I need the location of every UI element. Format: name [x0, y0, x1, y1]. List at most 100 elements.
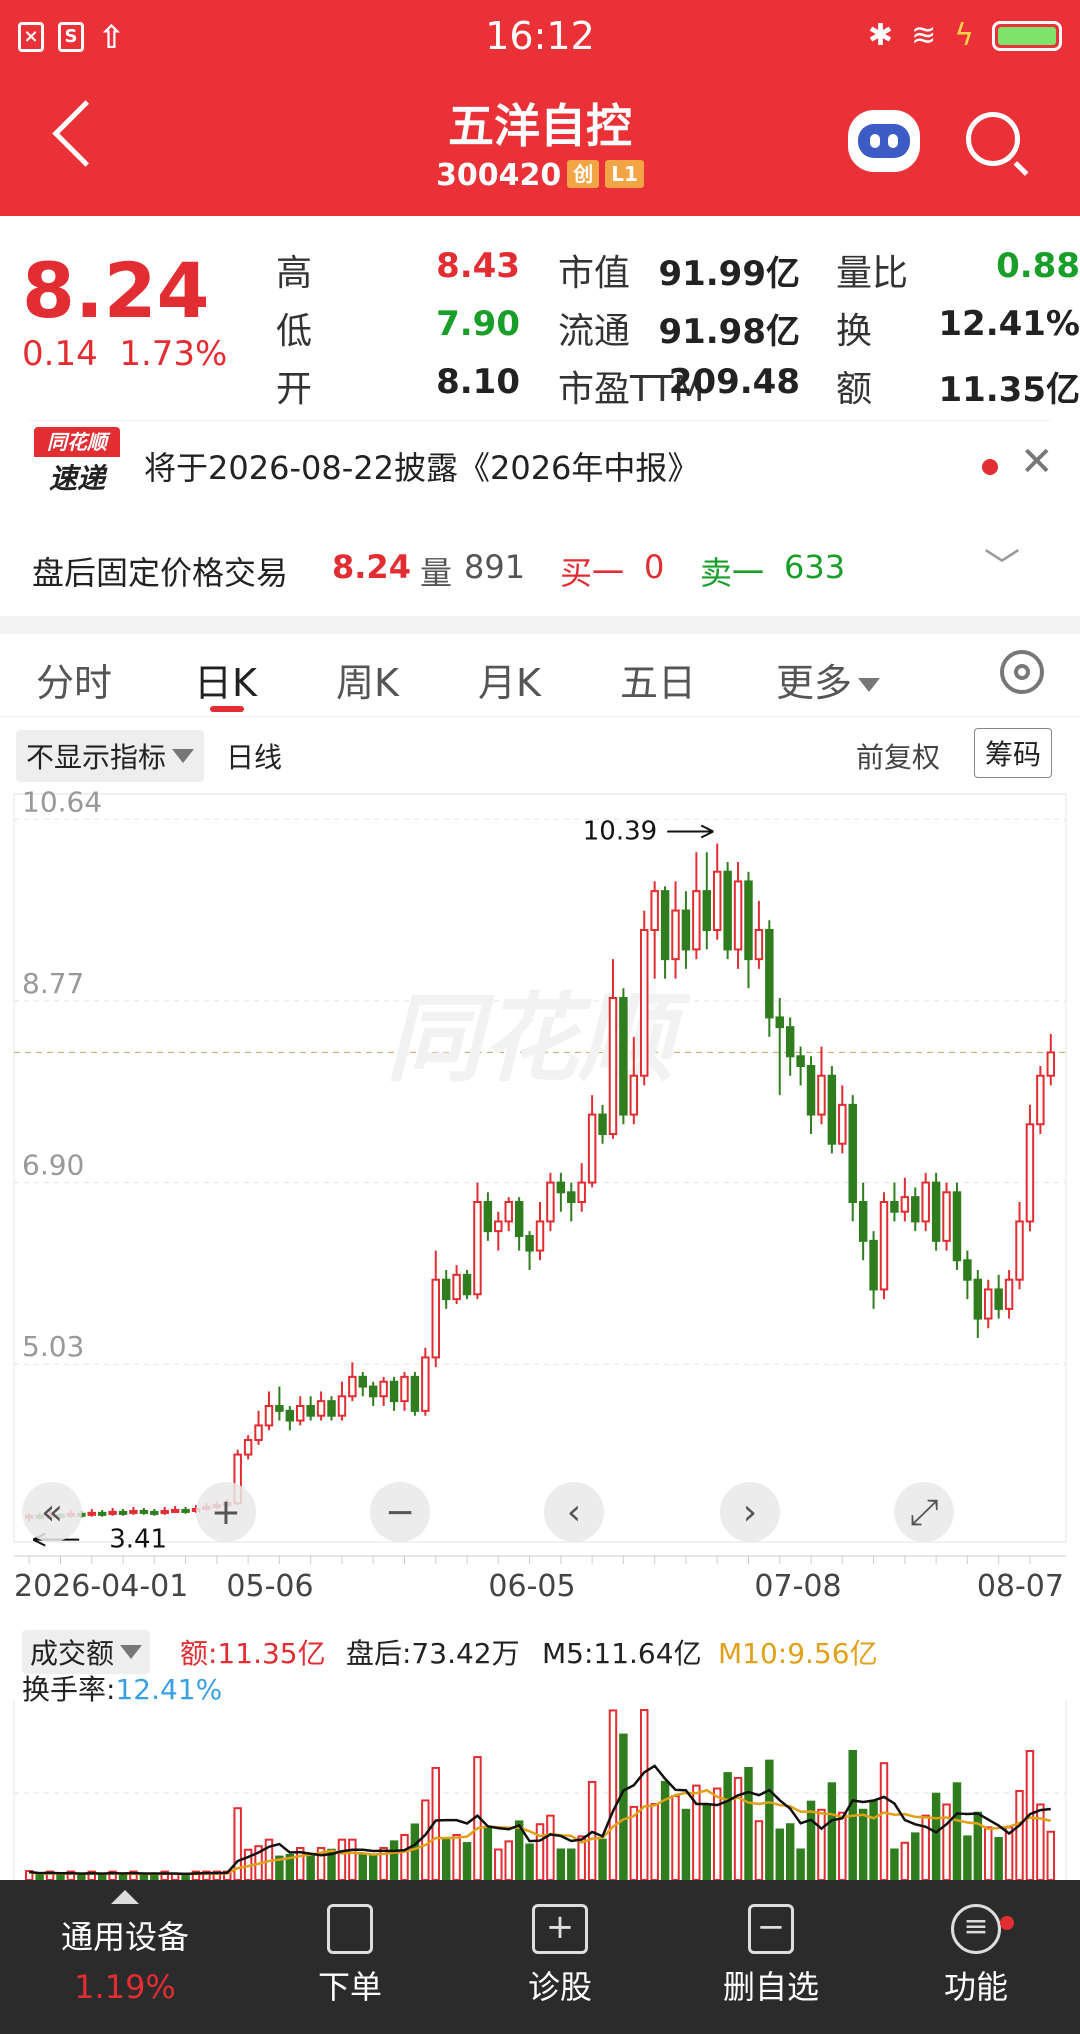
bid-value: 0	[644, 548, 665, 586]
after-hours-label: 盘后固定价格交易	[32, 554, 289, 592]
function-icon: ≡	[951, 1904, 1001, 1954]
volume-bar	[337, 1838, 347, 1880]
nav-remove-watchlist-label: 删自选	[722, 1968, 819, 2006]
volume-bar	[765, 1759, 774, 1880]
tab-daily-k[interactable]: 日K	[194, 652, 257, 707]
news-text: 将于2026-08-22披露《2026年中报》	[144, 449, 700, 487]
stat-label: 开	[276, 369, 313, 410]
kline-chart[interactable]: 10.648.776.905.03 同花顺 2026-04-01 05-06 06-…	[0, 782, 1080, 1602]
chevron-down-icon[interactable]: ﹀	[984, 538, 1020, 590]
volume-bar	[358, 1853, 368, 1880]
news-banner[interactable]: 同花顺 速递 将于2026-08-22披露《2026年中报》 ✕	[30, 420, 1054, 511]
volume-chart	[13, 1700, 1067, 1880]
candle-body	[108, 1510, 117, 1515]
candle-body	[692, 890, 701, 951]
volume-bar	[462, 1842, 472, 1880]
volume-bar	[368, 1853, 378, 1880]
zoom-in-icon[interactable]: +	[196, 1482, 256, 1542]
nav-order[interactable]: 下单	[280, 1880, 420, 2034]
after-hours-price: 8.24	[332, 548, 411, 586]
diagnose-icon: +	[532, 1904, 588, 1954]
candle-body	[462, 1273, 472, 1296]
candle-body	[473, 1201, 482, 1296]
status-bar: × S ⇧ 16:12 ✱ ≋ ϟ	[0, 0, 1080, 70]
nav-function[interactable]: ≡ 功能	[906, 1880, 1046, 2034]
chart-frame	[13, 793, 1067, 1543]
candle-body	[181, 1508, 190, 1513]
nav-remove-watchlist[interactable]: − 删自选	[696, 1880, 846, 2034]
x-tick-label: 2026-04-01	[14, 1569, 188, 1602]
candle-body	[254, 1424, 263, 1442]
tab-intraday[interactable]: 分时	[36, 652, 112, 707]
volume-bar	[504, 1840, 513, 1880]
chips-button[interactable]: 筹码	[974, 728, 1053, 778]
collapse-icon[interactable]: «	[22, 1482, 82, 1542]
zoom-out-icon[interactable]: −	[370, 1482, 430, 1542]
after-hours-trading[interactable]: 盘后固定价格交易 8.24 量 891 买一 0 卖一 633 ﹀	[0, 518, 1080, 618]
volume-bar	[619, 1733, 628, 1880]
candle-body	[1036, 1074, 1045, 1126]
candle-body	[765, 929, 774, 1019]
volume-bar	[546, 1814, 555, 1880]
nav-industry[interactable]: 通用设备 1.19%	[30, 1880, 220, 2034]
candle-body	[577, 1181, 586, 1204]
pan-left-icon[interactable]: ‹	[544, 1482, 604, 1542]
candle-body	[452, 1273, 461, 1301]
candle-body	[911, 1196, 920, 1223]
candle-body	[1004, 1278, 1014, 1310]
svg-text:›: ›	[743, 1492, 757, 1533]
candle-body	[650, 890, 659, 932]
candle-body	[160, 1509, 169, 1514]
battery-icon	[992, 20, 1062, 51]
candle-body	[170, 1508, 180, 1513]
current-price: 8.24	[22, 246, 210, 335]
stat-value: 11.35亿	[938, 370, 1080, 410]
volume-bar	[1046, 1830, 1056, 1880]
m5-label: M5:11.64亿	[542, 1637, 702, 1670]
svg-text:⤢: ⤢	[910, 1492, 939, 1533]
board-tag: 创	[567, 160, 600, 188]
pan-right-icon[interactable]: ›	[720, 1482, 780, 1542]
section-divider	[0, 616, 1080, 634]
volume-bar	[796, 1848, 805, 1880]
candle-body	[796, 1055, 805, 1067]
candle-body	[702, 890, 712, 932]
candle-body	[744, 880, 753, 961]
candle-body	[97, 1511, 107, 1516]
tab-weekly-k[interactable]: 周K	[336, 652, 399, 707]
tab-monthly-k[interactable]: 月K	[478, 652, 541, 707]
volume-bar	[785, 1823, 795, 1880]
chart-options: 不显示指标 日线 前复权 筹码	[0, 722, 1080, 782]
volume-bar	[410, 1823, 420, 1880]
volume-bar	[650, 1803, 659, 1880]
close-icon[interactable]: ✕	[1020, 439, 1054, 485]
volume-bar	[994, 1837, 1003, 1880]
indicator-select[interactable]: 不显示指标	[16, 730, 205, 782]
m10-label: M10:9.56亿	[718, 1637, 878, 1670]
fullscreen-icon[interactable]: ⤢	[894, 1482, 954, 1542]
candle-body	[275, 1405, 284, 1412]
search-icon[interactable]	[966, 112, 1020, 166]
candle-body	[900, 1196, 910, 1213]
candle-body	[296, 1405, 305, 1422]
tab-five-day[interactable]: 五日	[620, 652, 696, 707]
assistant-robot-icon[interactable]	[848, 110, 920, 172]
x-tick-label: 08-07	[977, 1569, 1064, 1602]
volume-bar	[483, 1826, 493, 1880]
volume-bar	[879, 1762, 889, 1880]
settings-hexagon-icon[interactable]	[1000, 650, 1044, 694]
candle-body	[379, 1380, 388, 1398]
volume-bar	[660, 1780, 670, 1880]
header-bar: × S ⇧ 16:12 ✱ ≋ ϟ 五洋自控 300420 创 L1	[0, 0, 1080, 216]
candle-body	[775, 1016, 784, 1029]
candle-body	[556, 1181, 566, 1194]
candle-body	[629, 1074, 639, 1116]
nav-diagnose[interactable]: + 诊股	[490, 1880, 630, 2034]
candle-body	[139, 1509, 149, 1514]
tab-more[interactable]: 更多	[776, 652, 881, 707]
adjust-mode[interactable]: 前复权	[856, 736, 940, 776]
candle-body	[306, 1405, 315, 1417]
candle-body	[483, 1201, 493, 1233]
candle-body	[785, 1026, 795, 1058]
volume-bar	[535, 1823, 545, 1880]
